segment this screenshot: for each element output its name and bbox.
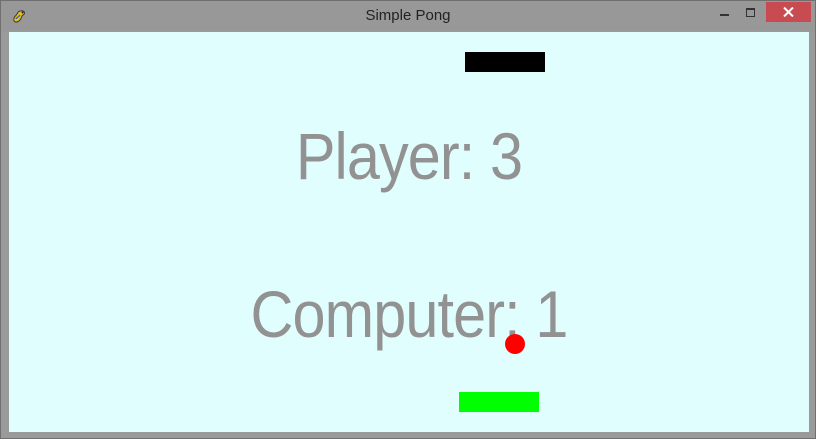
title-bar[interactable]: Simple Pong (1, 1, 815, 31)
maximize-button[interactable] (738, 2, 764, 22)
close-button[interactable] (766, 2, 811, 22)
computer-paddle (465, 52, 545, 72)
window-title: Simple Pong (365, 7, 451, 24)
player-score: Player: 3 (295, 119, 523, 193)
ball (505, 334, 525, 354)
minimize-button[interactable] (712, 2, 738, 22)
game-canvas[interactable]: Player: 3 Computer: 1 (9, 32, 809, 432)
player-paddle[interactable] (459, 392, 539, 412)
computer-score: Computer: 1 (250, 277, 569, 351)
app-window: Simple Pong Player: 3 Computer: 1 (0, 0, 816, 439)
close-icon (783, 7, 794, 17)
